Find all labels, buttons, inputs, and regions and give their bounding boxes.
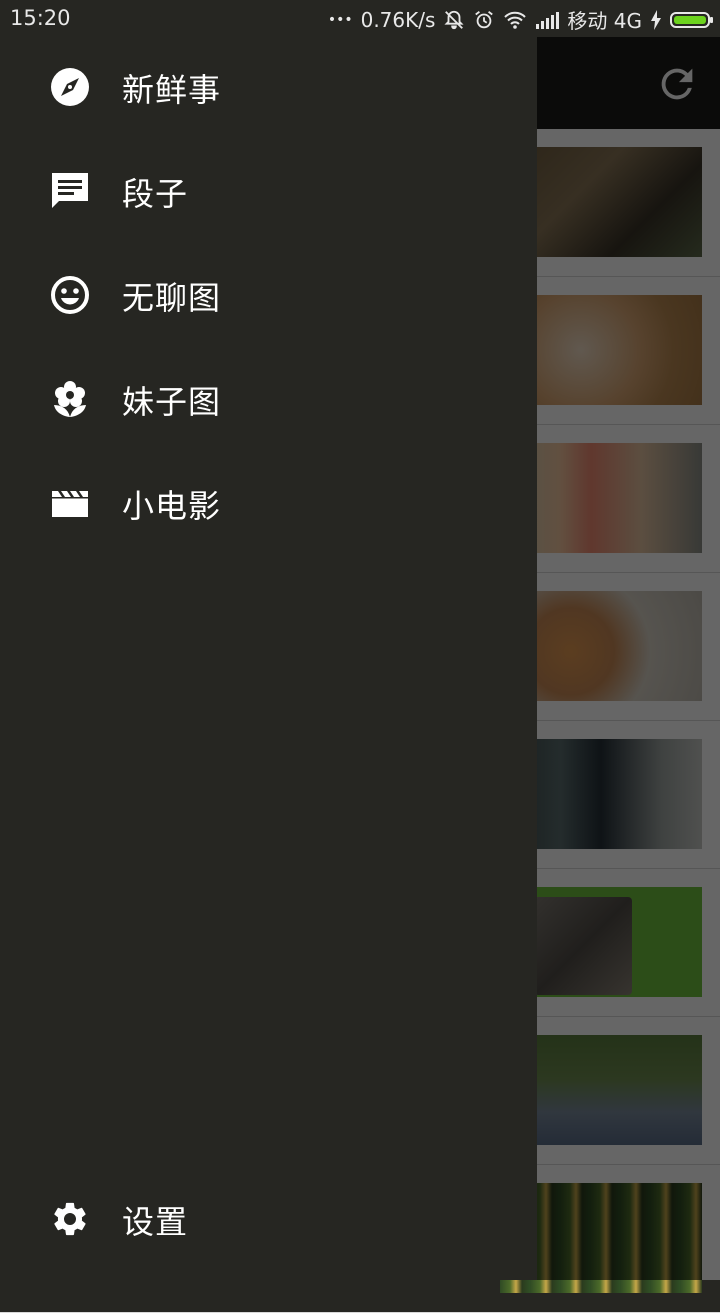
- alarm-icon: [473, 9, 495, 31]
- nav-item-jokes[interactable]: 段子: [0, 141, 537, 245]
- status-right-group: ••• 0.76K/s 移动 4G: [327, 5, 713, 34]
- nav-item-funny-pics[interactable]: 无聊图: [0, 245, 537, 349]
- nav-label: 新鲜事: [122, 71, 222, 109]
- nav-label: 段子: [122, 175, 189, 213]
- nav-label: 妹子图: [122, 383, 222, 421]
- signal-icon: [535, 11, 560, 29]
- network-speed: 0.76K/s: [360, 7, 436, 32]
- more-dots-icon: •••: [327, 11, 353, 28]
- movie-clapper-icon: [50, 483, 90, 523]
- navigation-drawer: 新鲜事 段子 无聊图 妹子图 小电影 设置: [0, 37, 537, 1280]
- nav-item-girl-pics[interactable]: 妹子图: [0, 349, 537, 453]
- chat-message-icon: [50, 171, 90, 211]
- smiley-icon: [50, 275, 90, 315]
- nav-item-short-movies[interactable]: 小电影: [0, 453, 537, 557]
- compass-icon: [50, 67, 90, 107]
- nav-label: 设置: [122, 1203, 189, 1241]
- wifi-icon: [503, 10, 527, 30]
- bell-off-icon: [443, 9, 465, 31]
- battery-icon: [670, 11, 713, 28]
- charging-icon: [650, 9, 662, 30]
- nav-label: 小电影: [122, 487, 222, 525]
- nav-item-settings[interactable]: 设置: [0, 1169, 537, 1273]
- nav-label: 无聊图: [122, 279, 222, 317]
- nav-item-fresh[interactable]: 新鲜事: [0, 37, 537, 141]
- carrier-label: 移动 4G: [567, 9, 642, 33]
- flower-icon: [50, 379, 90, 419]
- gear-icon: [50, 1199, 90, 1239]
- status-bar: 15:20 ••• 0.76K/s 移动 4G: [0, 0, 720, 37]
- status-time: 15:20: [10, 6, 71, 30]
